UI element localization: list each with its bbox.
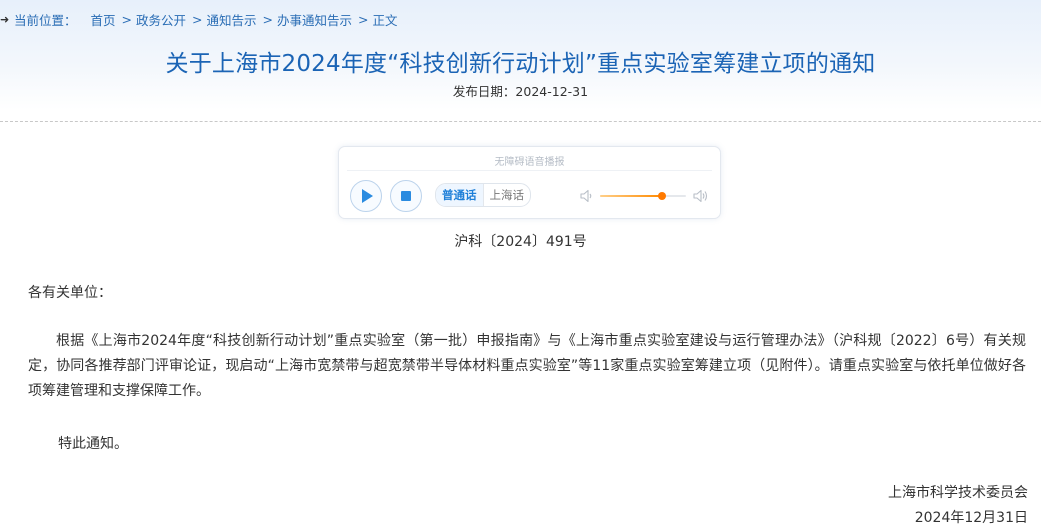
breadcrumb-separator: > (121, 11, 133, 27)
stop-button[interactable] (390, 180, 422, 212)
breadcrumb-home[interactable]: 首页 (91, 10, 116, 29)
volume-slider-thumb[interactable] (657, 192, 666, 200)
publish-date: 发布日期：2024-12-31 (452, 84, 589, 99)
breadcrumb-separator: > (358, 11, 369, 27)
volume-slider[interactable] (600, 192, 686, 200)
closing-text: 特此通知。 (58, 436, 128, 452)
play-icon (362, 189, 373, 203)
volume-low-icon[interactable] (580, 189, 593, 203)
lang-mandarin-option[interactable]: 普通话 (436, 184, 483, 206)
play-button[interactable] (350, 180, 382, 212)
page-title: 关于上海市2024年度“科技创新行动计划”重点实验室筹建立项的通知 (165, 51, 876, 77)
document-number: 沪科〔2024〕491号 (454, 234, 587, 250)
article-body: 根据《上海市2024年度“科技创新行动计划”重点实验室（第一批）申报指南》与《上… (28, 333, 1026, 399)
signature-organization: 上海市科学技术委员会 (888, 485, 1028, 501)
breadcrumb-current[interactable]: 正文 (373, 10, 398, 29)
breadcrumb-separator: > (192, 11, 203, 27)
breadcrumb: ➜ 当前位置： 首页 > 政务公开 > 通知告示 > 办事通知告示 > 正文 (0, 9, 398, 29)
breadcrumb-separator: > (262, 11, 274, 27)
stop-icon (401, 191, 411, 201)
divider (347, 170, 712, 171)
audio-player: 无障碍语音播报 普通话 上海话 (338, 146, 721, 219)
volume-high-icon[interactable] (693, 188, 709, 204)
salutation: 各有关单位： (28, 285, 112, 301)
breadcrumb-service-notices[interactable]: 办事通知告示 (277, 10, 352, 29)
breadcrumb-label: 当前位置： (14, 12, 77, 28)
breadcrumb-gov-affairs[interactable]: 政务公开 (136, 10, 186, 29)
player-title: 无障碍语音播报 (494, 157, 565, 168)
breadcrumb-notices[interactable]: 通知告示 (207, 10, 257, 29)
signature-date: 2024年12月31日 (914, 510, 1028, 526)
volume-slider-fill (600, 195, 662, 197)
lang-shanghainese-option[interactable]: 上海话 (482, 184, 531, 206)
language-switch: 普通话 上海话 (435, 183, 531, 207)
arrow-right-icon: ➜ (0, 12, 10, 26)
divider (0, 121, 1041, 122)
